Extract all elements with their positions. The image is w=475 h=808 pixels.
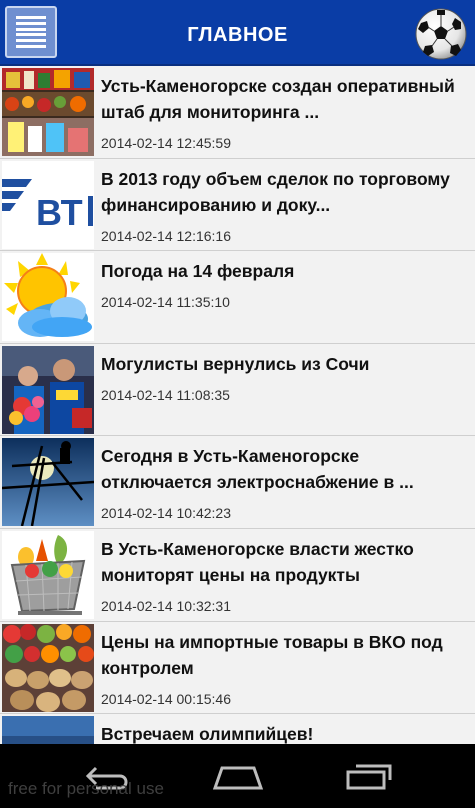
home-icon[interactable] bbox=[212, 764, 264, 790]
soccer-ball-icon bbox=[415, 8, 467, 60]
news-title: Сегодня в Усть-Каменогорске отключается … bbox=[101, 446, 414, 493]
news-thumbnail bbox=[2, 530, 94, 619]
recent-apps-icon[interactable] bbox=[346, 762, 392, 790]
news-item[interactable]: ВТ В 2013 году объем сделок по торговому… bbox=[0, 158, 475, 252]
news-item[interactable]: Могулисты вернулись из Сочи 2014-02-14 1… bbox=[0, 343, 475, 437]
page-title: ГЛАВНОЕ bbox=[187, 24, 288, 46]
news-date: 2014-02-14 11:35:10 bbox=[101, 294, 230, 311]
soccer-ball-button[interactable] bbox=[415, 8, 467, 60]
menu-button[interactable] bbox=[5, 6, 57, 58]
news-item[interactable]: Погода на 14 февраля 2014-02-14 11:35:10 bbox=[0, 251, 475, 344]
news-date: 2014-02-14 12:45:59 bbox=[101, 135, 231, 151]
news-title: Погода на 14 февраля bbox=[101, 261, 295, 282]
news-thumbnail bbox=[2, 438, 94, 527]
news-thumbnail bbox=[2, 68, 94, 156]
news-thumbnail bbox=[2, 716, 94, 744]
app-header: ГЛАВНОЕ bbox=[0, 0, 475, 66]
news-list: Усть-Каменогорске создан оперативный шта… bbox=[0, 66, 475, 744]
news-thumbnail bbox=[2, 253, 94, 342]
news-date: 2014-02-14 11:08:35 bbox=[101, 386, 230, 403]
watermark-text: free for personal use bbox=[8, 779, 164, 798]
news-title: Цены на импортные товары в ВКО под контр… bbox=[101, 631, 443, 678]
news-thumbnail: ВТ bbox=[2, 160, 94, 249]
menu-list-icon bbox=[16, 16, 46, 48]
news-thumbnail bbox=[2, 345, 94, 434]
news-date: 2014-02-14 10:42:23 bbox=[101, 505, 231, 522]
news-title: Усть-Каменогорске создан оперативный шта… bbox=[101, 76, 455, 122]
news-date: 2014-02-14 12:16:16 bbox=[101, 227, 231, 244]
news-title: В 2013 году объем сделок по торговому фи… bbox=[101, 168, 450, 215]
news-item[interactable]: Усть-Каменогорске создан оперативный шта… bbox=[0, 66, 475, 159]
news-date: 2014-02-14 00:15:46 bbox=[101, 690, 231, 707]
news-title: Встречаем олимпийцев! bbox=[101, 724, 314, 744]
news-item[interactable]: В Усть-Каменогорске власти жестко монито… bbox=[0, 528, 475, 622]
app-screen: ГЛАВНОЕ Усть-Каменогорске создан операти… bbox=[0, 0, 475, 744]
news-thumbnail bbox=[2, 623, 94, 712]
news-date: 2014-02-14 10:32:31 bbox=[101, 597, 231, 614]
news-item[interactable]: Сегодня в Усть-Каменогорске отключается … bbox=[0, 436, 475, 529]
news-item[interactable]: Цены на импортные товары в ВКО под контр… bbox=[0, 621, 475, 715]
news-item[interactable]: Встречаем олимпийцев! bbox=[0, 714, 475, 744]
news-title: В Усть-Каменогорске власти жестко монито… bbox=[101, 538, 414, 585]
news-title: Могулисты вернулись из Сочи bbox=[101, 353, 370, 374]
svg-text:ВТ: ВТ bbox=[36, 192, 83, 233]
